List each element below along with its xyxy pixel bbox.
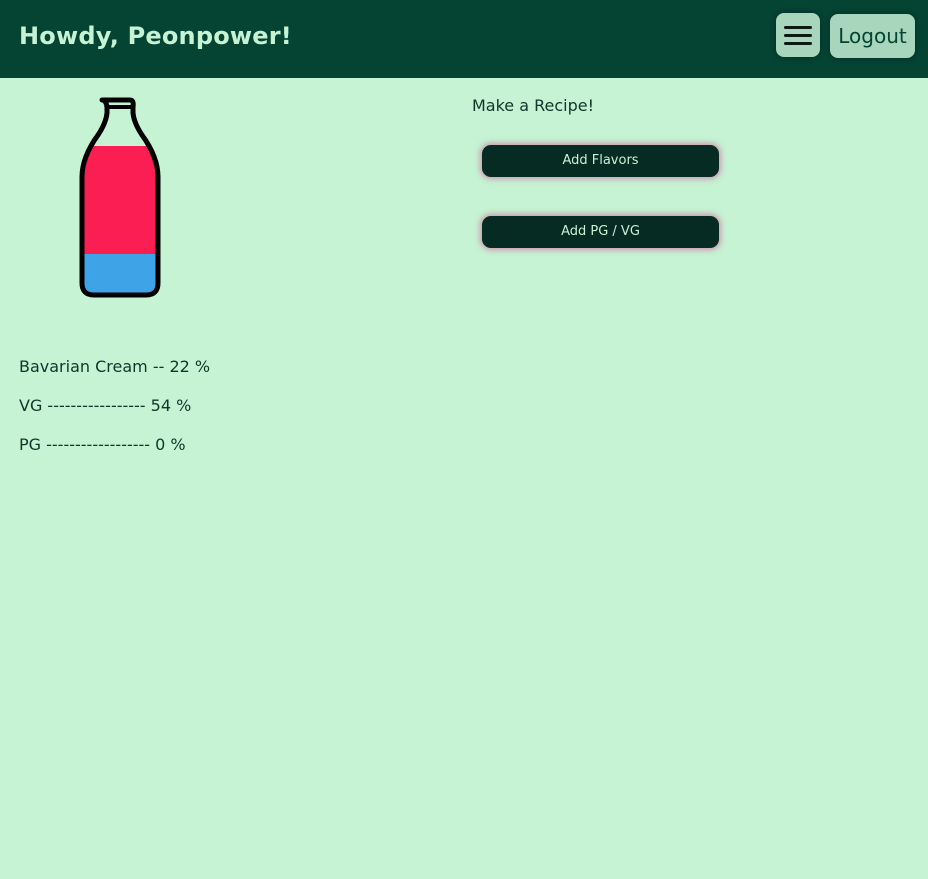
top-navbar: Howdy, Peonpower! Logout (0, 0, 928, 78)
menu-button[interactable] (776, 13, 820, 57)
ingredient-line-flavor: Bavarian Cream -- 22 % (19, 357, 211, 376)
greeting-title: Howdy, Peonpower! (19, 22, 292, 50)
bottle-graphic (72, 95, 168, 305)
bottle-icon (79, 97, 161, 298)
hamburger-menu-icon (784, 26, 812, 29)
hamburger-menu-icon (784, 42, 812, 45)
logout-button[interactable]: Logout (830, 14, 915, 58)
make-recipe-heading: Make a Recipe! (472, 96, 595, 115)
hamburger-menu-icon (784, 34, 812, 37)
add-pg-vg-button[interactable]: Add PG / VG (482, 216, 719, 248)
ingredient-line-vg: VG ----------------- 54 % (19, 396, 192, 415)
add-flavors-button[interactable]: Add Flavors (482, 145, 719, 177)
ingredient-line-pg: PG ------------------ 0 % (19, 435, 186, 454)
